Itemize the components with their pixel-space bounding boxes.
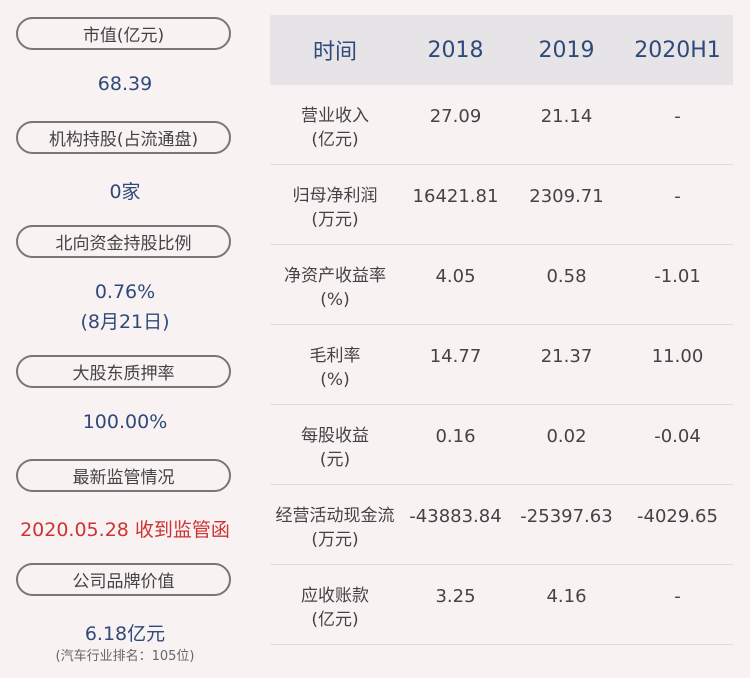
brand-value-label: 公司品牌价值 [16,563,231,596]
cell-2018: 4.05 [435,266,476,287]
row-metric-name: 毛利率 (%) [309,346,361,390]
row-metric-name: 净资产收益率 (%) [284,266,386,310]
cell-2020h1: - [674,106,681,127]
table-row: 应收账款 (亿元) 3.25 4.16 - [270,565,733,645]
brand-value-value: 6.18亿元 [84,623,166,645]
table-row: 每股收益 (元) 0.16 0.02 -0.04 [270,405,733,485]
cell-2019: 21.37 [540,346,593,367]
table-row: 营业收入 (亿元) 27.09 21.14 - [270,85,733,165]
cell-2019: 0.58 [546,266,587,287]
cell-2018: 14.77 [429,346,482,367]
regulatory-status-label: 最新监管情况 [16,459,231,492]
brand-rank-note: (汽车行业排名：105位) [55,649,195,664]
table-row: 毛利率 (%) 14.77 21.37 11.00 [270,325,733,405]
pledge-rate-value: 100.00% [82,411,168,433]
cell-2020h1: -1.01 [654,266,701,287]
table-row: 经营活动现金流 (万元) -43883.84 -25397.63 -4029.6… [270,485,733,565]
northbound-ratio-value: 0.76% [94,281,156,303]
cell-2018: 3.25 [435,586,476,607]
row-metric-name: 每股收益 (元) [301,426,369,470]
row-metric-name: 应收账款 (亿元) [301,586,369,630]
cell-2019: 0.02 [546,426,587,447]
cell-2018: 27.09 [429,106,482,127]
row-metric-name: 经营活动现金流 (万元) [275,506,395,550]
pledge-rate-label: 大股东质押率 [16,355,231,388]
cell-2018: 0.16 [435,426,476,447]
northbound-ratio-date: (8月21日) [80,311,170,333]
table-header: 时间 2018 2019 2020H1 [270,15,733,85]
cell-2019: 4.16 [546,586,587,607]
cell-2020h1: - [674,586,681,607]
financial-table: 时间 2018 2019 2020H1 营业收入 (亿元) 27.09 21.1… [270,15,733,645]
header-2020h1: 2020H1 [634,37,721,63]
table-row: 净资产收益率 (%) 4.05 0.58 -1.01 [270,245,733,325]
institution-holding-value: 0家 [109,181,141,203]
row-metric-name: 归母净利润 (万元) [292,186,378,230]
institution-holding-label: 机构持股(占流通盘) [16,121,231,154]
regulatory-status-value: 2020.05.28 收到监管函 [20,519,230,541]
cell-2019: 2309.71 [529,186,604,207]
key-metrics-panel: 市值(亿元) 68.39 机构持股(占流通盘) 0家 北向资金持股比例 0.76… [0,0,250,678]
header-2018: 2018 [427,37,484,63]
cell-2019: 21.14 [540,106,593,127]
northbound-ratio-label: 北向资金持股比例 [16,225,231,258]
cell-2018: -43883.84 [409,506,502,527]
cell-2020h1: -0.04 [654,426,701,447]
header-period: 时间 [312,40,357,65]
row-metric-name: 营业收入 (亿元) [301,106,369,150]
cell-2020h1: - [674,186,681,207]
cell-2020h1: -4029.65 [637,506,718,527]
cell-2019: -25397.63 [520,506,613,527]
cell-2020h1: 11.00 [651,346,704,367]
cell-2018: 16421.81 [412,186,499,207]
market-cap-value: 68.39 [97,73,153,95]
market-cap-label: 市值(亿元) [16,17,231,50]
table-row: 归母净利润 (万元) 16421.81 2309.71 - [270,165,733,245]
header-2019: 2019 [538,37,595,63]
